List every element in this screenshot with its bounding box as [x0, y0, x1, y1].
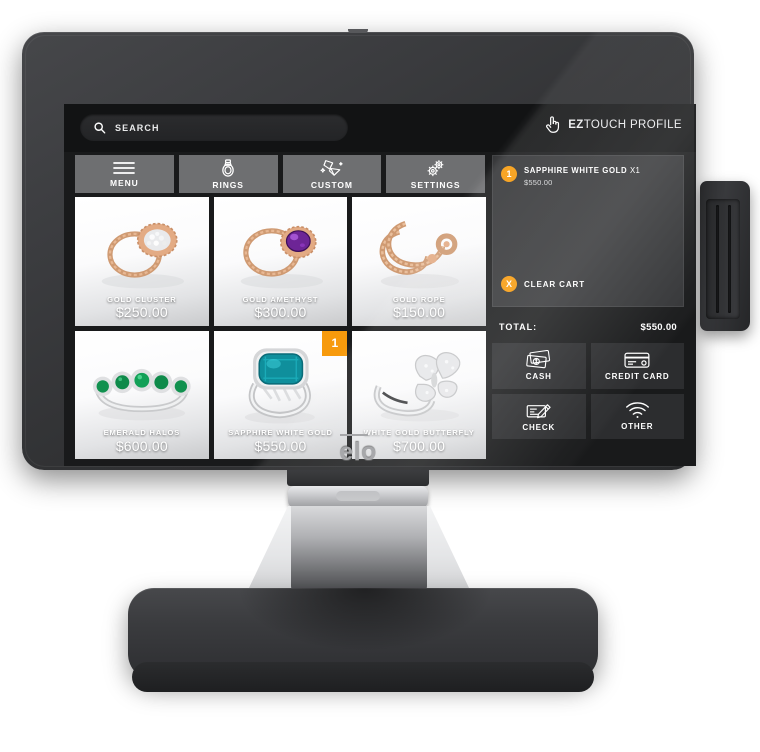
pay-button-check[interactable]: CHECK — [492, 393, 586, 439]
cart-item-qty-text: X1 — [630, 166, 641, 175]
nav-button-menu[interactable]: MENU — [75, 155, 174, 193]
nav-label-custom: CUSTOM — [310, 180, 353, 190]
product-caption: GOLD CLUSTER $250.00 — [75, 294, 209, 322]
total-label: TOTAL: — [499, 322, 538, 332]
product-name: EMERALD HALOS — [103, 428, 181, 438]
pay-label-other: OTHER — [621, 422, 654, 432]
stand-hinge — [288, 486, 428, 508]
stand-neck-column — [291, 506, 427, 594]
nav-label-menu: MENU — [110, 178, 139, 188]
product-tile-gold-cluster[interactable]: GOLD CLUSTER $250.00 — [75, 197, 209, 326]
pay-button-credit-card[interactable]: CREDIT CARD — [590, 343, 684, 389]
profile-touch-text: TOUCH PROFILE — [583, 118, 682, 131]
nav-button-custom[interactable]: CUSTOM — [282, 155, 382, 193]
product-name: GOLD AMETHYST — [242, 294, 319, 304]
eztouch-profile-label: EZTOUCH PROFILE — [568, 119, 682, 131]
product-tile-gold-rope[interactable]: GOLD ROPE $150.00 — [352, 197, 486, 326]
cart-item-qty-badge: 1 — [501, 166, 517, 182]
pay-button-other[interactable]: OTHER — [590, 393, 684, 439]
cart-item-price: $550.00 — [524, 178, 553, 188]
product-name: WHITE GOLD BUTTERFLY — [363, 428, 475, 438]
product-caption: GOLD ROPE $150.00 — [352, 294, 486, 322]
product-price: $300.00 — [254, 304, 307, 320]
gold-amethyst-ring-image — [240, 225, 323, 289]
credit-card-icon — [624, 352, 650, 368]
cash-bills-icon — [526, 350, 551, 369]
touchscreen-display[interactable]: SEARCH EZTOUCH PROFILE MENU RINGS CUSTOM… — [64, 104, 696, 466]
hand-tap-icon — [546, 116, 560, 133]
product-price: $250.00 — [115, 304, 168, 320]
stand-base-lip — [132, 662, 594, 692]
elo-logo-text: elo — [339, 438, 377, 466]
product-qty-badge: 1 — [322, 330, 348, 356]
gold-cluster-ring-image — [101, 222, 184, 289]
bezel-notch — [348, 29, 368, 33]
pay-button-cash[interactable]: CASH — [492, 343, 586, 389]
product-name: GOLD ROPE — [392, 294, 446, 304]
cart-line-item[interactable]: 1 SAPPHIRE WHITE GOLD X1 $550.00 — [501, 166, 675, 187]
cart-total-row: TOTAL: $550.00 — [492, 315, 684, 339]
product-price: $150.00 — [393, 304, 446, 320]
stand-hinge-detail — [336, 491, 380, 501]
search-icon — [94, 122, 106, 134]
cart-items-box: 1 SAPPHIRE WHITE GOLD X1 $550.00 X CLEAR… — [492, 155, 684, 307]
gears-icon — [427, 160, 443, 177]
nav-button-rings[interactable]: RINGS — [178, 155, 278, 193]
pay-label-check: CHECK — [522, 422, 556, 432]
app-top-bar: SEARCH EZTOUCH PROFILE — [64, 104, 696, 152]
stand-base-shadow — [240, 588, 490, 650]
product-grid: GOLD CLUSTER $250.00 GOLD AMETHYST $300.… — [75, 197, 486, 459]
msr-slot-groove-right — [728, 205, 731, 313]
msr-card-slot — [706, 199, 740, 319]
elo-brand-logo: elo — [22, 440, 694, 465]
cart-panel: 1 SAPPHIRE WHITE GOLD X1 $550.00 X CLEAR… — [492, 155, 684, 459]
cart-item-title: SAPPHIRE WHITE GOLD — [524, 166, 628, 175]
check-pen-icon — [526, 403, 551, 419]
product-tile-gold-amethyst[interactable]: GOLD AMETHYST $300.00 — [213, 197, 348, 326]
total-value: $550.00 — [640, 321, 677, 333]
cart-item-name: SAPPHIRE WHITE GOLD X1 — [524, 166, 640, 176]
payment-buttons: CASH CREDIT CARD CHECK OTHER — [492, 343, 684, 439]
ring-icon — [222, 159, 234, 177]
hamburger-menu-icon — [113, 162, 136, 174]
clear-cart-label: CLEAR CART — [524, 279, 585, 289]
white-gold-butterfly-ring-image — [374, 351, 461, 421]
gems-icon — [320, 160, 343, 176]
pay-label-credit-card: CREDIT CARD — [605, 371, 670, 381]
close-icon: X — [501, 276, 517, 292]
eztouch-profile-button[interactable]: EZTOUCH PROFILE — [544, 115, 682, 134]
nav-button-settings[interactable]: SETTINGS — [386, 155, 485, 193]
gold-rope-ring-image — [380, 220, 460, 289]
stand-neck-top — [287, 470, 429, 486]
pay-label-cash: CASH — [525, 372, 552, 382]
search-input[interactable]: SEARCH — [80, 114, 348, 141]
category-nav-bar: MENU RINGS CUSTOM SETTINGS — [75, 155, 485, 193]
profile-ez-text: EZ — [568, 118, 584, 131]
search-placeholder: SEARCH — [115, 122, 160, 133]
product-name: GOLD CLUSTER — [107, 294, 177, 304]
pos-terminal-monitor: SEARCH EZTOUCH PROFILE MENU RINGS CUSTOM… — [22, 29, 696, 470]
contactless-wifi-icon — [625, 402, 649, 419]
clear-cart-button[interactable]: X CLEAR CART — [501, 276, 585, 292]
msr-slot-groove-left — [716, 205, 719, 313]
emerald-halos-ring-image — [92, 368, 191, 420]
product-name: SAPPHIRE WHITE GOLD — [228, 428, 333, 438]
magnetic-stripe-reader — [700, 181, 750, 331]
screenshot-root: SEARCH EZTOUCH PROFILE MENU RINGS CUSTOM… — [0, 0, 760, 752]
cart-item-details: SAPPHIRE WHITE GOLD X1 $550.00 — [524, 166, 640, 187]
nav-label-rings: RINGS — [212, 180, 244, 190]
nav-label-settings: SETTINGS — [410, 180, 461, 190]
product-caption: GOLD AMETHYST $300.00 — [214, 294, 348, 322]
